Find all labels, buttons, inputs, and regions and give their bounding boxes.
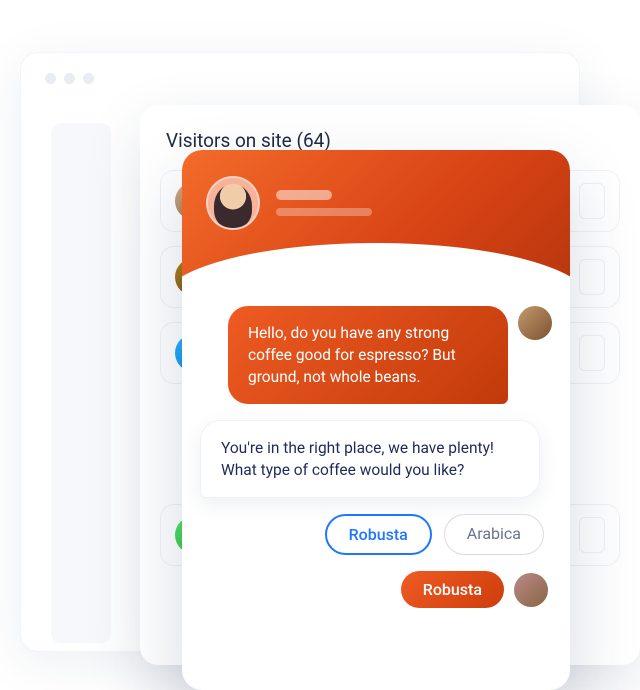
option-arabica-button[interactable]: Arabica xyxy=(444,514,544,555)
operator-avatar xyxy=(206,176,260,230)
message-row-agent: You're in the right place, we have plent… xyxy=(200,420,552,498)
option-robusta-button[interactable]: Robusta xyxy=(325,514,432,555)
window-dot xyxy=(64,73,75,84)
user-message-bubble: Hello, do you have any strong coffee goo… xyxy=(228,306,508,404)
chat-body: Hello, do you have any strong coffee goo… xyxy=(182,300,570,608)
message-row-user: Hello, do you have any strong coffee goo… xyxy=(200,306,552,404)
window-controls xyxy=(21,53,579,98)
chat-header xyxy=(182,150,570,300)
window-dot xyxy=(45,73,56,84)
selected-reply-pill: Robusta xyxy=(401,571,504,608)
selected-reply-row: Robusta xyxy=(200,571,552,608)
sidebar-placeholder xyxy=(51,123,111,643)
operator-name-placeholder xyxy=(276,190,372,216)
quick-reply-options: Robusta Arabica xyxy=(200,514,552,555)
row-action-placeholder xyxy=(579,517,605,553)
user-avatar xyxy=(514,573,548,607)
window-dot xyxy=(83,73,94,84)
operator-info xyxy=(206,176,372,230)
row-action-placeholder xyxy=(579,183,605,219)
row-action-placeholder xyxy=(579,259,605,295)
user-avatar xyxy=(518,306,552,340)
agent-message-bubble: You're in the right place, we have plent… xyxy=(200,420,540,498)
row-action-placeholder xyxy=(579,335,605,371)
chat-widget: Hello, do you have any strong coffee goo… xyxy=(182,150,570,690)
